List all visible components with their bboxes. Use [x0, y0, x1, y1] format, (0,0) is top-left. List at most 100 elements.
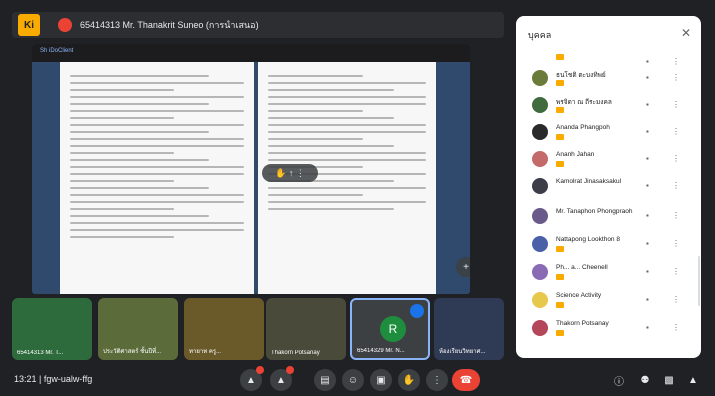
participant-item[interactable]: Science Activity ▪ ⋮	[530, 290, 690, 312]
participant-name: Mr. Tanaphon Phongpraoh	[556, 208, 633, 215]
participant-name: Ananh Jahan	[556, 151, 595, 158]
meet-window: Ki 65414313 Mr. Thanakrit Suneo (การนำเส…	[0, 0, 715, 396]
more-icon[interactable]: ⋮	[672, 239, 680, 248]
mic-off-icon[interactable]: ▪	[646, 154, 649, 163]
mic-off-icon[interactable]: ▪	[646, 211, 649, 220]
host-badge	[556, 161, 564, 167]
avatar	[532, 124, 548, 140]
participant-tile[interactable]: ทายาท ครู...	[184, 298, 264, 360]
chat-icon[interactable]: ▩	[658, 369, 680, 391]
screen-controls[interactable]: ✋ ↑ ⋮	[262, 164, 318, 182]
participant-item[interactable]: Mr. Tanaphon Phongpraoh ▪ ⋮	[530, 206, 690, 228]
more-icon[interactable]: ⋮	[672, 154, 680, 163]
more-icon[interactable]: ⋮	[672, 323, 680, 332]
mic-off-icon[interactable]: ▪	[646, 57, 649, 66]
participant-item[interactable]: Thakorn Potsanay ▪ ⋮	[530, 318, 690, 340]
tile-name: ห้องเรียนวิทยาศ...	[439, 349, 486, 355]
more-icon[interactable]: ⋮	[672, 211, 680, 220]
scrollbar[interactable]	[698, 256, 700, 306]
participant-name: ธนโชติ ตะบงทิพย์	[556, 72, 606, 79]
app-logo: Ki	[18, 14, 40, 36]
participant-item[interactable]: Ananda Phangpoh ▪ ⋮	[530, 122, 690, 144]
more-icon[interactable]: ⋮	[672, 100, 680, 109]
people-icon[interactable]: ⚉	[634, 369, 656, 391]
host-badge	[556, 302, 564, 308]
more-icon[interactable]: ⋮	[672, 181, 680, 190]
participant-tile[interactable]: 65414313 Mr. T...	[12, 298, 92, 360]
people-panel: บุคคล ✕ ▪ ⋮ ธนโชติ ตะบงทิพย์ ▪ ⋮ พรจิดา …	[516, 16, 701, 358]
participant-tile-active[interactable]: R 65414329 Mr. N...	[350, 298, 430, 360]
host-badge	[556, 80, 564, 86]
mic-off-icon[interactable]: ▪	[646, 181, 649, 190]
participant-name: Nattapong Lookthon 8	[556, 236, 620, 243]
participant-name: Kamolrat Jinasaksakul	[556, 178, 622, 185]
participant-tile[interactable]: ห้องเรียนวิทยาศ...	[434, 298, 504, 360]
participant-name: Ph... a... Cheenell	[556, 264, 608, 271]
more-icon[interactable]: ⋮	[672, 73, 680, 82]
meeting-toolbar: 13:21 | fgw-ualw-ffg ▲ ▲ ▤ ☺ ▣ ✋ ⋮ ☎ ⓘ ⚉…	[0, 364, 715, 396]
more-icon[interactable]: ⋮	[672, 127, 680, 136]
host-badge	[556, 274, 564, 280]
tile-name: 65414313 Mr. T...	[17, 350, 64, 356]
presenting-title: 65414313 Mr. Thanakrit Suneo (การนำเสนอ)	[80, 20, 259, 30]
avatar	[532, 320, 548, 336]
host-badge	[556, 246, 564, 252]
avatar	[532, 70, 548, 86]
close-icon[interactable]: ✕	[681, 26, 691, 40]
tile-name: ประวัติศาสตร์ ชั้นปีที่...	[103, 349, 162, 355]
more-icon[interactable]: ⋮	[672, 57, 680, 66]
activities-icon[interactable]: ▲	[682, 369, 704, 391]
more-options-icon[interactable]: ⋮	[426, 369, 448, 391]
participant-item[interactable]: Ph... a... Cheenell ▪ ⋮	[530, 262, 690, 284]
participant-item[interactable]: Nattapong Lookthon 8 ▪ ⋮	[530, 234, 690, 256]
screen-bar-text: Sh iDoClient	[40, 48, 74, 54]
mic-off-icon[interactable]: ▪	[646, 127, 649, 136]
participant-item[interactable]: ธนโชติ ตะบงทิพย์ ▪ ⋮	[530, 68, 690, 90]
avatar	[532, 151, 548, 167]
participant-name: Thakorn Potsanay	[556, 320, 609, 327]
more-icon[interactable]: ⋮	[672, 295, 680, 304]
participant-item[interactable]: Kamolrat Jinasaksakul ▪ ⋮	[530, 176, 690, 198]
shared-screen[interactable]: Sh iDoClient ✋ ↑ ⋮ +	[32, 44, 470, 294]
participant-tile[interactable]: ประวัติศาสตร์ ชั้นปีที่...	[98, 298, 178, 360]
mic-off-icon[interactable]: ▪	[646, 323, 649, 332]
avatar: R	[380, 316, 406, 342]
participant-item[interactable]: พรจิดา ณ ถีระมงคล ▪ ⋮	[530, 95, 690, 117]
presenting-indicator-icon	[58, 18, 72, 32]
mic-off-icon[interactable]: ▪	[646, 73, 649, 82]
zoom-icon[interactable]: +	[456, 257, 470, 277]
avatar	[532, 208, 548, 224]
present-icon[interactable]: ▣	[370, 369, 392, 391]
avatar	[532, 264, 548, 280]
info-icon[interactable]: ⓘ	[608, 369, 630, 391]
avatar	[532, 97, 548, 113]
avatar	[532, 236, 548, 252]
mic-off-icon[interactable]: ▪	[646, 267, 649, 276]
meeting-time-code: 13:21 | fgw-ualw-ffg	[14, 374, 93, 384]
mic-off-icon[interactable]: ▪	[646, 239, 649, 248]
avatar	[532, 178, 548, 194]
emoji-icon[interactable]: ☺	[342, 369, 364, 391]
screen-toolbar: Sh iDoClient	[32, 44, 470, 62]
tile-name: 65414329 Mr. N...	[357, 348, 405, 354]
meeting-time: 13:21	[14, 374, 37, 384]
mic-off-icon[interactable]: ▪	[646, 295, 649, 304]
tile-name: Thakorn Potsanay	[271, 350, 320, 356]
camera-off-badge	[286, 366, 294, 374]
participant-name: Science Activity	[556, 292, 602, 299]
participant-item[interactable]: Ananh Jahan ▪ ⋮	[530, 149, 690, 171]
mic-off-badge	[256, 366, 264, 374]
document-page-left	[60, 62, 254, 294]
captions-icon[interactable]: ▤	[314, 369, 336, 391]
participant-tiles: 65414313 Mr. T... ประวัติศาสตร์ ชั้นปีที…	[12, 298, 504, 360]
host-badge	[556, 134, 564, 140]
raise-hand-icon[interactable]: ✋	[398, 369, 420, 391]
host-badge	[556, 54, 564, 60]
end-call-button[interactable]: ☎	[452, 369, 480, 391]
presenting-bar: Ki 65414313 Mr. Thanakrit Suneo (การนำเส…	[12, 12, 504, 38]
participant-name: พรจิดา ณ ถีระมงคล	[556, 99, 612, 106]
participant-tile[interactable]: Thakorn Potsanay	[266, 298, 346, 360]
more-icon[interactable]: ⋮	[672, 267, 680, 276]
panel-title: บุคคล	[528, 30, 552, 40]
mic-off-icon[interactable]: ▪	[646, 100, 649, 109]
